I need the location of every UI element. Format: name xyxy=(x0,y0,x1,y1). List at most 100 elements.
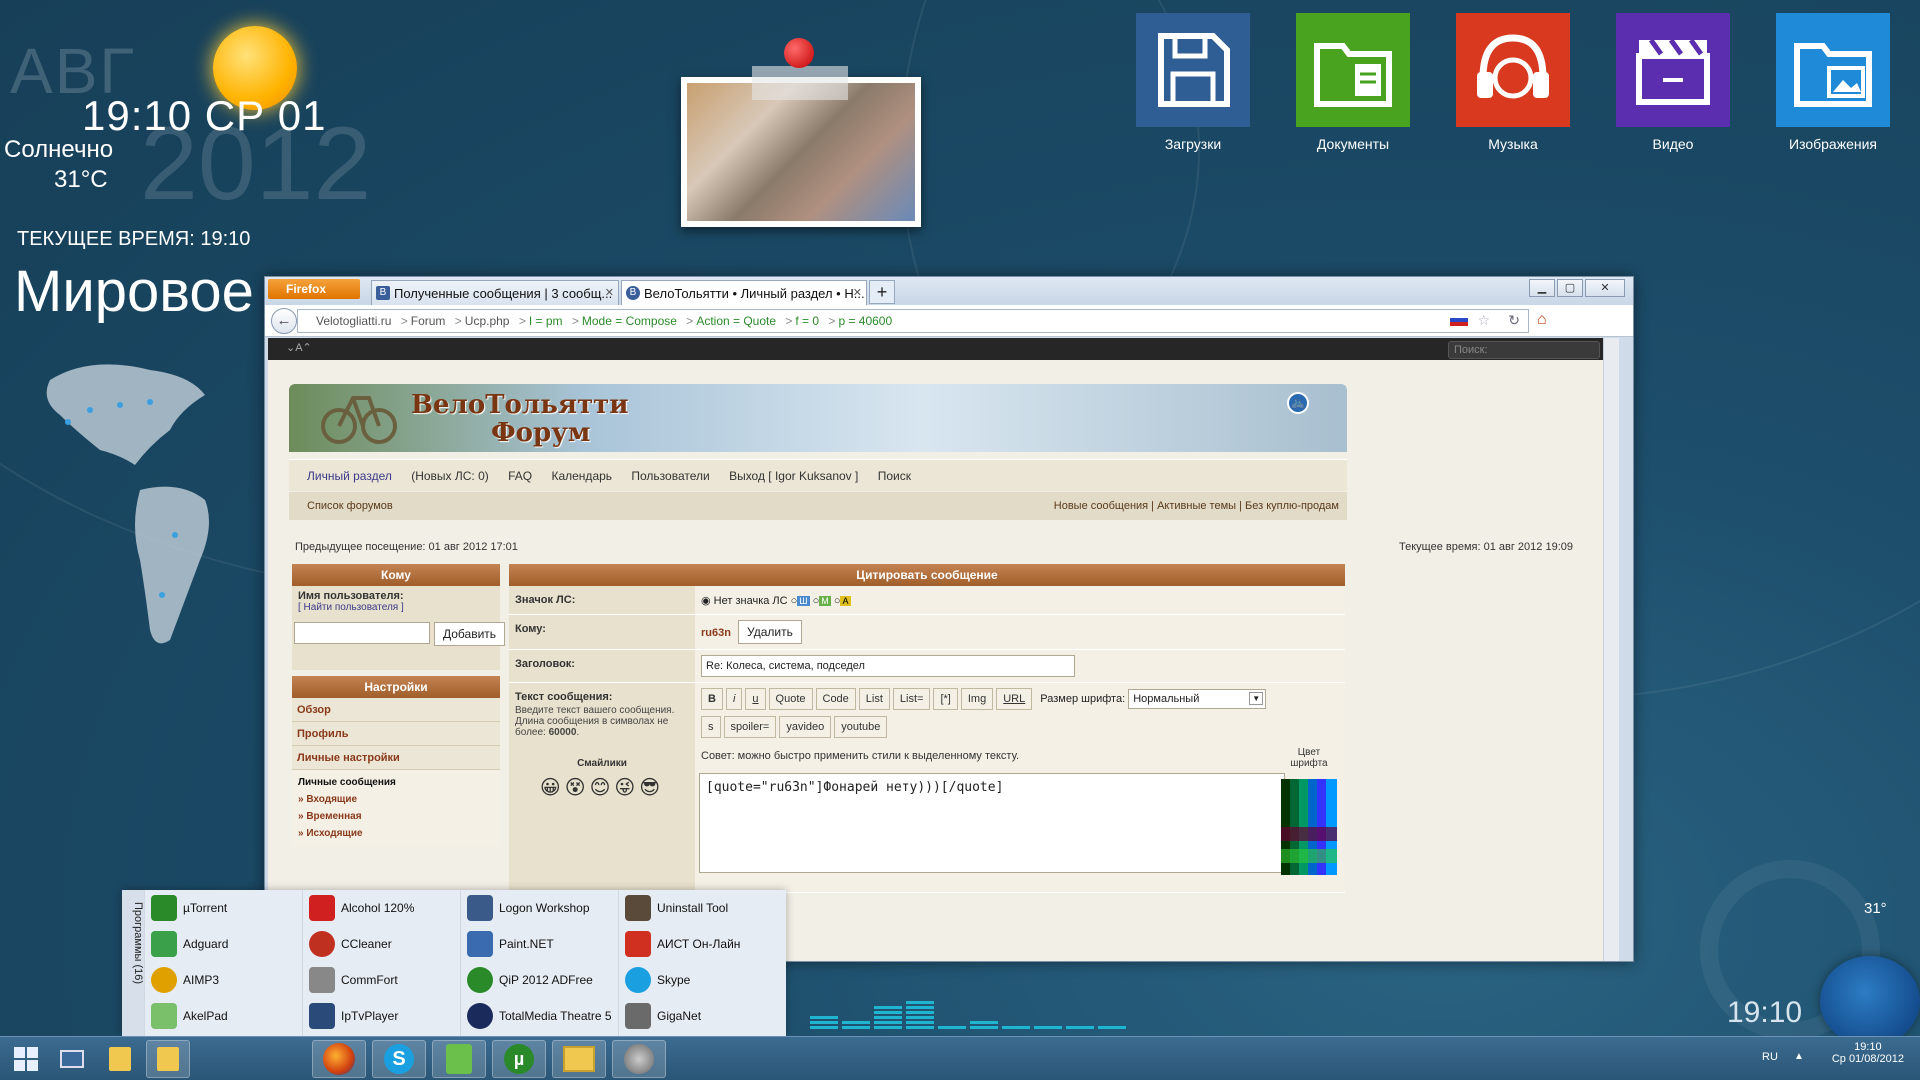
pm-drafts[interactable]: » Временная xyxy=(298,808,494,825)
language-indicator[interactable]: RU xyxy=(1762,1051,1778,1063)
smilies-row[interactable]: 😀😵😊😜😎 xyxy=(515,775,689,800)
url-crumb[interactable]: > f = 0 xyxy=(785,314,819,328)
bookmark-star-icon[interactable]: ☆ xyxy=(1477,312,1490,329)
tab-messages[interactable]: B Полученные сообщения | 3 сообщ... ✕ xyxy=(371,280,619,305)
tile-downloads[interactable] xyxy=(1136,13,1250,127)
username-input[interactable] xyxy=(294,622,430,644)
back-button[interactable]: ← xyxy=(271,308,297,334)
color-palette[interactable] xyxy=(1281,779,1337,875)
close-tab-icon[interactable]: ✕ xyxy=(605,286,614,299)
tile-images[interactable] xyxy=(1776,13,1890,127)
pm-inbox[interactable]: » Входящие xyxy=(298,791,494,808)
vertical-scrollbar[interactable] xyxy=(1603,338,1619,961)
settings-personal[interactable]: Личные настройки xyxy=(292,746,500,770)
message-textarea[interactable]: [quote="ru63n"]Фонарей нету)))[/quote] xyxy=(699,773,1285,873)
url-button[interactable]: URL xyxy=(996,688,1033,710)
folder-taskbar-button[interactable] xyxy=(98,1040,142,1078)
menu-logout[interactable]: Выход [ Igor Kuksanov ] xyxy=(729,469,858,483)
reload-icon[interactable]: ↻ xyxy=(1508,312,1520,329)
settings-profile[interactable]: Профиль xyxy=(292,722,500,746)
qip-taskbar-button[interactable] xyxy=(432,1040,486,1078)
folder-taskbar-button-active[interactable] xyxy=(146,1040,190,1078)
firefox-taskbar-button[interactable] xyxy=(312,1040,366,1078)
subject-input[interactable]: Re: Колеса, система, подседел xyxy=(701,655,1075,677)
firefox-menu-button[interactable]: Firefox xyxy=(268,279,360,299)
strike-button[interactable]: s xyxy=(701,716,721,738)
home-icon[interactable]: ⌂ xyxy=(1537,311,1547,329)
bold-button[interactable]: B xyxy=(701,688,723,710)
remove-button[interactable]: Удалить xyxy=(738,620,802,644)
tile-music[interactable] xyxy=(1456,13,1570,127)
find-user-link[interactable]: [ Найти пользователя ] xyxy=(298,602,494,613)
utorrent-taskbar-button[interactable]: µ xyxy=(492,1040,546,1078)
program-item[interactable]: Uninstall Tool xyxy=(619,890,776,926)
radio-no-icon[interactable]: ◉ xyxy=(701,595,711,607)
program-item[interactable]: АИСТ Он-Лайн xyxy=(619,926,776,962)
program-item[interactable]: Skype xyxy=(619,962,776,998)
url-crumb[interactable]: > Forum xyxy=(401,314,446,328)
program-item[interactable]: AIMP3 xyxy=(145,962,302,998)
font-size-toggle-icon[interactable]: ⌄A⌃ xyxy=(286,341,312,354)
program-item[interactable]: Paint.NET xyxy=(461,926,618,962)
maximize-button[interactable]: ▢ xyxy=(1557,279,1583,297)
recipient-name[interactable]: ru63n xyxy=(701,627,731,639)
list-ordered-button[interactable]: List= xyxy=(892,688,931,710)
underline-button[interactable]: u xyxy=(745,688,766,710)
menu-users[interactable]: Пользователи xyxy=(631,469,709,483)
pm-outbox[interactable]: » Исходящие xyxy=(298,825,494,842)
pm-icon-label: Значок ЛС: xyxy=(509,586,695,614)
url-crumb[interactable]: > I = pm xyxy=(519,314,563,328)
code-button[interactable]: Code xyxy=(815,688,856,710)
url-crumb[interactable]: > Mode = Compose xyxy=(572,314,677,328)
menu-search[interactable]: Поиск xyxy=(878,469,911,483)
url-crumb[interactable]: > Action = Quote xyxy=(686,314,776,328)
skype-taskbar-button[interactable]: S xyxy=(372,1040,426,1078)
program-item[interactable]: CCleaner xyxy=(303,926,460,962)
start-button[interactable] xyxy=(4,1040,48,1078)
italic-button[interactable]: i xyxy=(725,688,743,710)
url-crumb[interactable]: > p = 40600 xyxy=(828,314,892,328)
explorer-taskbar-button[interactable] xyxy=(552,1040,606,1078)
list-button[interactable]: List xyxy=(858,688,890,710)
settings-overview[interactable]: Обзор xyxy=(292,698,500,722)
tab-forum[interactable]: B ВелоТольятти • Личный раздел • Н... ✕ xyxy=(621,280,867,305)
program-item[interactable]: Alcohol 120% xyxy=(303,890,460,926)
show-desktop-button[interactable] xyxy=(52,1040,92,1078)
url-domain[interactable]: Velotogliatti.ru xyxy=(316,314,391,328)
close-window-button[interactable]: ✕ xyxy=(1585,279,1625,297)
close-tab-icon[interactable]: ✕ xyxy=(853,286,862,299)
program-item[interactable]: CommFort xyxy=(303,962,460,998)
quote-button[interactable]: Quote xyxy=(768,688,813,710)
menu-personal[interactable]: Личный раздел xyxy=(307,469,392,483)
program-item[interactable]: QiP 2012 ADFree xyxy=(461,962,618,998)
spoiler-button[interactable]: spoiler= xyxy=(723,716,777,738)
forum-list-link[interactable]: Список форумов xyxy=(307,500,393,512)
program-item[interactable]: AkelPad xyxy=(145,998,302,1034)
tile-documents[interactable] xyxy=(1296,13,1410,127)
program-item[interactable]: Adguard xyxy=(145,926,302,962)
program-item[interactable]: Logon Workshop xyxy=(461,890,618,926)
tray-arrow-icon[interactable]: ▲ xyxy=(1794,1051,1804,1062)
program-item[interactable]: TotalMedia Theatre 5 xyxy=(461,998,618,1034)
program-item[interactable]: µTorrent xyxy=(145,890,302,926)
menu-faq[interactable]: FAQ xyxy=(508,469,532,483)
minimize-button[interactable]: ▁ xyxy=(1529,279,1555,297)
commfort-taskbar-button[interactable] xyxy=(612,1040,666,1078)
new-tab-button[interactable]: + xyxy=(869,280,895,304)
program-item[interactable]: GigaNet xyxy=(619,998,776,1034)
url-crumb[interactable]: > Ucp.php xyxy=(455,314,510,328)
list-item-button[interactable]: [*] xyxy=(933,688,958,710)
img-button[interactable]: Img xyxy=(960,688,994,710)
menu-new-pm[interactable]: (Новых ЛС: 0) xyxy=(411,469,489,483)
yavideo-button[interactable]: yavideo xyxy=(779,716,832,738)
tile-video[interactable] xyxy=(1616,13,1730,127)
font-size-select[interactable]: Нормальный ▼ xyxy=(1128,689,1267,710)
youtube-button[interactable]: youtube xyxy=(834,716,888,738)
add-button[interactable]: Добавить xyxy=(434,622,506,646)
menu-calendar[interactable]: Календарь xyxy=(551,469,612,483)
program-item[interactable]: IpTvPlayer xyxy=(303,998,460,1034)
quick-links[interactable]: Новые сообщения | Активные темы | Без ку… xyxy=(1054,500,1339,512)
tray-clock[interactable]: 19:10 Ср 01/08/2012 xyxy=(1832,1041,1904,1065)
address-bar[interactable]: Velotogliatti.ru > Forum > Ucp.php > I = pm… xyxy=(297,309,1529,333)
forum-search-input[interactable]: Поиск: xyxy=(1448,341,1600,359)
